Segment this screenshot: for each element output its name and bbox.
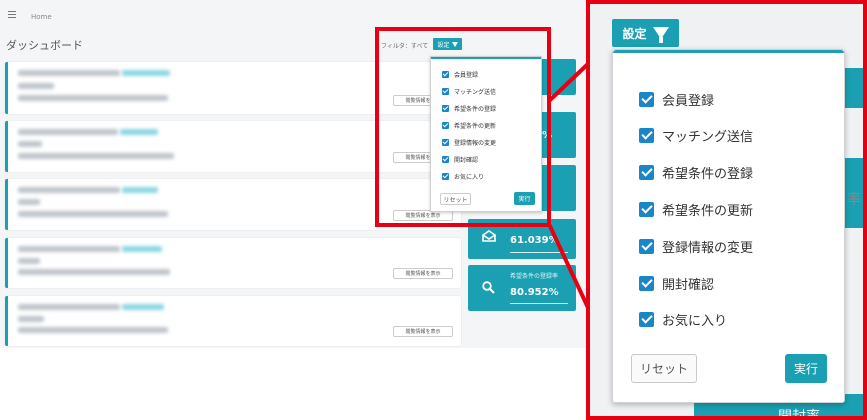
blurred-link[interactable] [120,129,158,135]
filter-dropdown: 会員登録 マッチング送信 希望条件の登録 希望条件の更新 登録情報の変更 開封確… [612,49,845,403]
checkbox-checked-icon[interactable] [639,165,654,180]
blurred-link[interactable] [122,304,164,310]
blurred-link[interactable] [122,246,162,252]
filter-option-preference-update[interactable]: 希望条件の更新 [639,200,753,219]
bg-fragment-text: 率 [847,192,861,208]
option-label: 希望条件の更新 [662,204,754,219]
blurred-link[interactable] [122,187,158,193]
blurred-text [18,258,40,264]
blurred-text [18,95,168,101]
stat-value: 80.952% [510,287,559,298]
stat-underline [510,303,568,304]
blurred-text [18,70,120,76]
bg-stat-tile [842,68,863,108]
breadcrumb-home[interactable]: Home [31,13,52,21]
envelope-open-icon [482,230,496,242]
checkbox-checked-icon[interactable] [639,276,654,291]
option-label: 登録情報の変更 [662,241,754,256]
blurred-text [18,316,44,322]
stage: Home ダッシュボード フィルタ：すべて 設定 閲覧情報を表示 閲覧情報を表示 [0,0,867,420]
checkbox-checked-icon[interactable] [639,312,654,327]
checkbox-checked-icon[interactable] [639,202,654,217]
reset-button[interactable]: リセット [631,354,697,383]
checkbox-checked-icon[interactable] [639,239,654,254]
blurred-text [18,141,42,147]
option-label: 希望条件の登録 [662,167,754,182]
filter-option-member-registration[interactable]: 会員登録 [639,90,714,109]
filter-funnel-icon [652,27,669,43]
hamburger-menu-icon[interactable] [8,11,16,18]
checkbox-checked-icon[interactable] [639,92,654,107]
show-browse-info-button[interactable]: 閲覧情報を表示 [393,326,453,337]
page-title: ダッシュボード [6,39,83,52]
blurred-text [18,246,120,252]
stat-tile: 希望条件の登録率 80.952% [468,265,576,311]
highlight-box [375,27,551,227]
option-label: マッチング送信 [662,130,754,145]
show-browse-info-button[interactable]: 閲覧情報を表示 [393,268,453,279]
dropdown-accent-bar [613,50,844,53]
settings-button-label: 設定 [622,26,647,41]
zoom-callout-panel: 率 開封率 設定 会員登録 マッチング送信 希望条件の登録 希望条件の更新 登録… [586,0,867,420]
filter-option-favorite[interactable]: お気に入り [639,310,727,329]
checkbox-checked-icon[interactable] [639,128,654,143]
settings-filter-button[interactable]: 設定 [612,19,679,47]
stat-value: 61.039% [510,235,559,246]
blurred-text [18,327,168,333]
blurred-link[interactable] [122,70,170,76]
stat-underline [510,252,568,253]
option-label: お気に入り [662,314,728,329]
blurred-text [18,129,118,135]
bg-fragment-text: 開封率 [778,409,820,420]
filter-option-open-confirm[interactable]: 開封確認 [639,274,714,293]
filter-option-matching-sent[interactable]: マッチング送信 [639,126,753,145]
user-card: 閲覧情報を表示 [5,238,461,288]
run-button[interactable]: 実行 [785,354,827,383]
blurred-text [18,211,168,217]
filter-option-preference-registration[interactable]: 希望条件の登録 [639,163,753,182]
option-label: 会員登録 [662,94,715,109]
search-icon [482,281,495,294]
option-label: 開封確認 [662,278,715,293]
blurred-text [18,187,120,193]
user-card: 閲覧情報を表示 [5,296,461,346]
blurred-text [18,83,54,89]
blurred-text [18,153,174,159]
stat-label: 希望条件の登録率 [510,273,559,280]
blurred-text [18,304,120,310]
filter-option-info-change[interactable]: 登録情報の変更 [639,237,753,256]
blurred-text [18,269,170,275]
blurred-text [18,199,40,205]
